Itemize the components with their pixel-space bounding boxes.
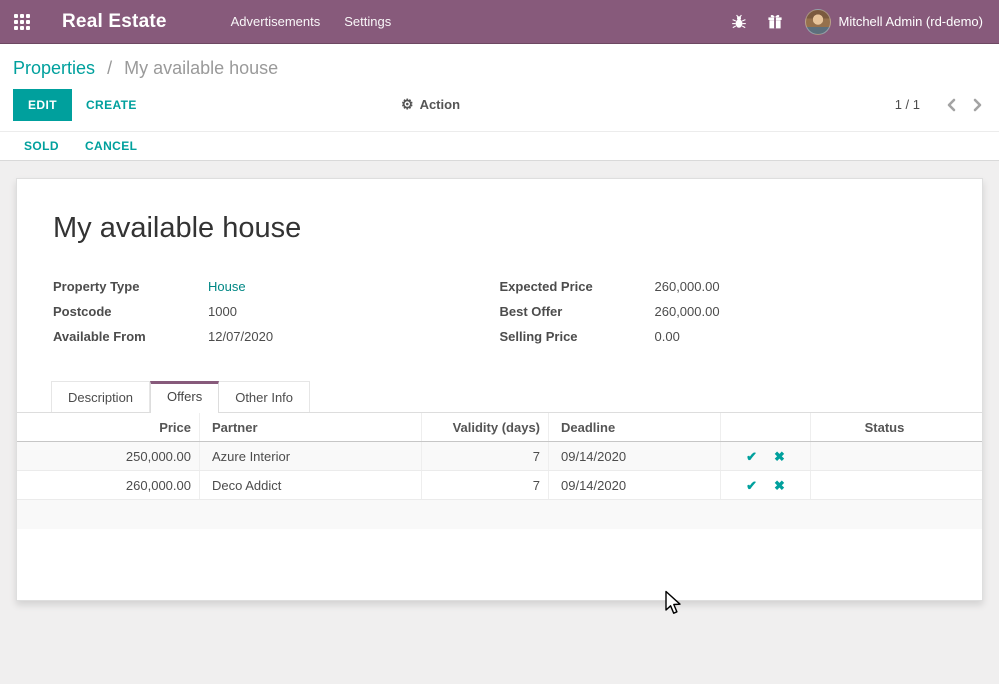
field-groups: Property Type House Postcode 1000 Availa… <box>53 279 946 354</box>
offer-row-deco-addict[interactable]: 260,000.00 Deco Addict 7 09/14/2020 ✔ ✖ <box>17 471 982 500</box>
sold-button[interactable]: SOLD <box>24 139 59 153</box>
pager-value: 1 / 1 <box>895 97 920 112</box>
navbar-menus: Advertisements Settings <box>219 0 404 44</box>
page-content: My available house Property Type House P… <box>0 161 999 601</box>
notebook: Description Offers Other Info Price Part… <box>17 381 982 529</box>
notebook-tabs: Description Offers Other Info <box>17 381 982 413</box>
debug-bug-icon[interactable] <box>731 14 747 30</box>
selling-price-label: Selling Price <box>500 329 655 345</box>
breadcrumb-separator: / <box>107 58 112 78</box>
column-header-partner[interactable]: Partner <box>199 413 421 441</box>
gift-icon[interactable] <box>767 14 783 30</box>
offer-row-azure-interior[interactable]: 250,000.00 Azure Interior 7 09/14/2020 ✔… <box>17 442 982 471</box>
offer-status <box>810 471 982 499</box>
offer-actions: ✔ ✖ <box>720 442 810 470</box>
pager: 1 / 1 <box>895 97 983 112</box>
form-sheet: My available house Property Type House P… <box>16 178 983 601</box>
gear-icon: ⚙ <box>401 96 414 113</box>
selling-price-value: 0.00 <box>655 329 680 345</box>
tab-offers[interactable]: Offers <box>150 381 219 413</box>
best-offer-value: 260,000.00 <box>655 304 720 320</box>
top-navbar: Real Estate Advertisements Settings <box>0 0 999 44</box>
property-type-value[interactable]: House <box>208 279 246 295</box>
property-type-label: Property Type <box>53 279 208 295</box>
offers-table: Price Partner Validity (days) Deadline S… <box>17 413 982 529</box>
postcode-label: Postcode <box>53 304 208 320</box>
empty-row <box>17 500 982 529</box>
offer-status <box>810 442 982 470</box>
breadcrumb: Properties / My available house <box>13 57 983 79</box>
menu-advertisements[interactable]: Advertisements <box>219 0 333 44</box>
refuse-offer-icon[interactable]: ✖ <box>774 479 785 492</box>
cancel-button[interactable]: CANCEL <box>85 139 137 153</box>
action-menu-label: Action <box>420 97 460 112</box>
best-offer-label: Best Offer <box>500 304 655 320</box>
user-avatar[interactable] <box>805 9 831 35</box>
breadcrumb-current: My available house <box>124 58 278 78</box>
offer-validity: 7 <box>421 442 548 470</box>
navbar-right: Mitchell Admin (rd-demo) <box>711 9 984 35</box>
pager-next-icon[interactable] <box>973 98 983 112</box>
tab-description[interactable]: Description <box>51 381 150 412</box>
field-group-left: Property Type House Postcode 1000 Availa… <box>53 279 500 354</box>
expected-price-label: Expected Price <box>500 279 655 295</box>
column-header-price[interactable]: Price <box>17 413 199 441</box>
user-name[interactable]: Mitchell Admin (rd-demo) <box>839 14 984 29</box>
expected-price-value: 260,000.00 <box>655 279 720 295</box>
accept-offer-icon[interactable]: ✔ <box>746 450 757 463</box>
column-header-status[interactable]: Status <box>810 413 982 441</box>
control-panel: Properties / My available house EDIT CRE… <box>0 44 999 131</box>
offer-deadline: 09/14/2020 <box>548 442 720 470</box>
property-title: My available house <box>53 210 946 246</box>
edit-button[interactable]: EDIT <box>13 89 72 121</box>
offer-deadline: 09/14/2020 <box>548 471 720 499</box>
refuse-offer-icon[interactable]: ✖ <box>774 450 785 463</box>
column-header-deadline[interactable]: Deadline <box>548 413 720 441</box>
control-panel-buttons: EDIT CREATE ⚙ Action 1 / 1 <box>13 89 983 120</box>
pager-previous-icon[interactable] <box>946 98 956 112</box>
field-group-right: Expected Price 260,000.00 Best Offer 260… <box>500 279 947 354</box>
offer-validity: 7 <box>421 471 548 499</box>
column-header-actions <box>720 413 810 441</box>
offers-table-header: Price Partner Validity (days) Deadline S… <box>17 413 982 442</box>
create-button[interactable]: CREATE <box>86 98 137 112</box>
column-header-validity[interactable]: Validity (days) <box>421 413 548 441</box>
available-from-value: 12/07/2020 <box>208 329 273 345</box>
tab-other-info[interactable]: Other Info <box>219 381 310 412</box>
offer-actions: ✔ ✖ <box>720 471 810 499</box>
statusbar: SOLD CANCEL <box>0 131 999 161</box>
apps-grid-icon[interactable] <box>14 14 30 30</box>
app-brand[interactable]: Real Estate <box>62 11 167 33</box>
accept-offer-icon[interactable]: ✔ <box>746 479 757 492</box>
available-from-label: Available From <box>53 329 208 345</box>
offer-partner: Azure Interior <box>199 442 421 470</box>
offer-price: 250,000.00 <box>17 442 199 470</box>
breadcrumb-properties[interactable]: Properties <box>13 58 95 78</box>
menu-settings[interactable]: Settings <box>332 0 403 44</box>
postcode-value: 1000 <box>208 304 237 320</box>
action-menu-button[interactable]: ⚙ Action <box>401 96 460 113</box>
offer-partner: Deco Addict <box>199 471 421 499</box>
offer-price: 260,000.00 <box>17 471 199 499</box>
